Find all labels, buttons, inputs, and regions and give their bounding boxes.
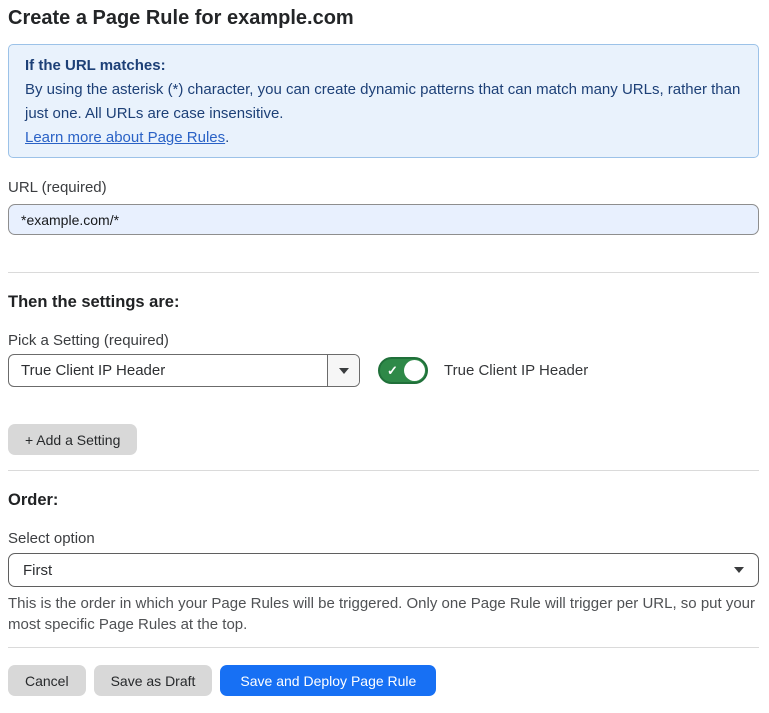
cancel-button[interactable]: Cancel xyxy=(8,665,86,696)
url-match-info-box: If the URL matches: By using the asteris… xyxy=(8,44,759,158)
setting-row: True Client IP Header ✓ True Client IP H… xyxy=(8,354,759,387)
add-setting-button[interactable]: + Add a Setting xyxy=(8,424,137,455)
check-icon: ✓ xyxy=(387,364,398,377)
setting-select-value: True Client IP Header xyxy=(9,355,327,386)
order-section-heading: Order: xyxy=(8,491,759,509)
footer-divider xyxy=(8,647,759,648)
setting-select-caret-button[interactable] xyxy=(327,355,359,386)
pick-setting-label: Pick a Setting (required) xyxy=(8,333,759,349)
info-box-link-row: Learn more about Page Rules. xyxy=(25,126,742,150)
info-box-heading: If the URL matches: xyxy=(25,54,742,78)
url-label: URL (required) xyxy=(8,180,759,196)
chevron-down-icon xyxy=(339,368,349,374)
setting-toggle[interactable]: ✓ xyxy=(378,357,428,384)
chevron-down-icon xyxy=(734,567,744,573)
settings-section-heading: Then the settings are: xyxy=(8,293,759,311)
learn-more-link[interactable]: Learn more about Page Rules xyxy=(25,129,225,146)
order-select-value: First xyxy=(23,562,52,579)
order-select[interactable]: First xyxy=(8,553,759,587)
section-divider xyxy=(8,272,759,273)
create-page-rule-form: Create a Page Rule for example.com If th… xyxy=(8,5,759,696)
setting-select[interactable]: True Client IP Header xyxy=(8,354,360,387)
info-box-body: By using the asterisk (*) character, you… xyxy=(25,78,742,126)
link-period: . xyxy=(225,129,229,146)
save-as-draft-button[interactable]: Save as Draft xyxy=(94,665,213,696)
save-and-deploy-button[interactable]: Save and Deploy Page Rule xyxy=(220,665,436,696)
order-select-label: Select option xyxy=(8,531,759,547)
order-help-text: This is the order in which your Page Rul… xyxy=(8,593,759,635)
toggle-knob xyxy=(404,360,425,381)
url-input[interactable] xyxy=(8,204,759,235)
footer-actions: Cancel Save as Draft Save and Deploy Pag… xyxy=(8,665,759,696)
toggle-label: True Client IP Header xyxy=(444,362,588,379)
page-title: Create a Page Rule for example.com xyxy=(8,5,759,32)
section-divider xyxy=(8,470,759,471)
